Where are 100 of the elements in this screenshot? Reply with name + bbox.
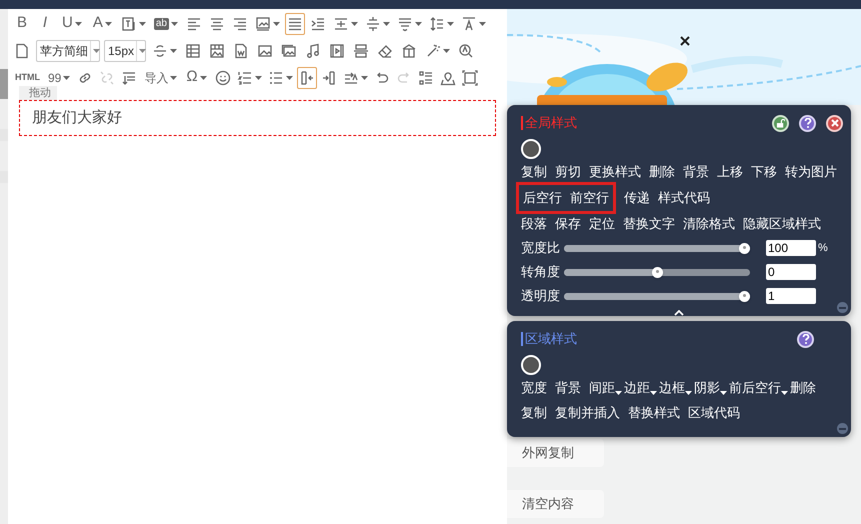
caret-icon [200, 76, 207, 80]
caret-icon [478, 22, 486, 26]
font-select[interactable]: 苹方简细 [36, 40, 100, 62]
caret-icon [414, 22, 422, 26]
action-link[interactable]: 背景 [683, 160, 709, 184]
caret-icon [272, 22, 280, 26]
action-link[interactable]: 定位 [589, 212, 615, 236]
side-button[interactable]: 清空内容 [507, 490, 604, 518]
slider-track[interactable] [564, 242, 750, 254]
close-icon[interactable] [680, 36, 690, 46]
action-link[interactable]: 隐藏区域样式 [743, 212, 821, 236]
caret-icon [720, 391, 727, 395]
action-link[interactable]: 剪切 [555, 160, 581, 184]
smiley-icon [214, 70, 231, 86]
align-center-icon [208, 16, 225, 32]
action-link[interactable]: 前空行 [570, 186, 609, 210]
action-link[interactable]: 复制并插入 [555, 401, 620, 425]
action-link[interactable]: 样式代码 [658, 186, 710, 210]
drag-handle[interactable]: 拖动 [19, 86, 57, 100]
action-link[interactable]: 替换样式 [628, 401, 680, 425]
slider-thumb[interactable] [652, 266, 662, 278]
action-link[interactable]: 复制 [521, 401, 547, 425]
bullet-list-icon [268, 70, 284, 86]
action-link[interactable]: 删除 [790, 376, 816, 400]
action-link[interactable]: 复制 [521, 160, 547, 184]
slider-track[interactable] [564, 290, 750, 302]
video-icon [329, 42, 346, 58]
slider-track[interactable] [564, 266, 750, 278]
format-button[interactable]: Ω [182, 66, 211, 88]
unlink-icon [99, 70, 116, 86]
slider-label: 透明度 [521, 287, 561, 306]
help-icon[interactable] [797, 330, 814, 348]
indent-right-icon [320, 70, 337, 86]
action-link[interactable]: 间距 [589, 376, 622, 400]
map-pin-icon [440, 70, 456, 86]
divider-icon [353, 42, 370, 58]
action-link[interactable]: 阴影 [694, 376, 727, 400]
highlight-button[interactable]: ab [150, 12, 181, 34]
paragraph-text: 朋友们大家好 [32, 108, 122, 128]
format-button[interactable]: U [58, 12, 86, 34]
action-link[interactable]: 前后空行 [729, 376, 788, 400]
action-link[interactable]: 保存 [555, 212, 581, 236]
action-link[interactable]: 更换样式 [589, 160, 641, 184]
action-link[interactable]: 转为图片 [785, 160, 837, 184]
caret-icon [286, 76, 293, 80]
value-field[interactable]: 1 [766, 288, 816, 304]
format-button[interactable]: HTML [12, 66, 43, 88]
magic-wand-icon [425, 42, 442, 58]
strikethrough-icon [152, 42, 168, 58]
panel-title: 区域样式 [521, 332, 577, 346]
caret-icon [446, 22, 454, 26]
document-icon [14, 42, 30, 58]
indent-left-button[interactable] [296, 66, 317, 88]
caret-icon [63, 76, 70, 80]
collapse-icon[interactable] [674, 310, 684, 316]
spacing-icon [364, 16, 381, 32]
value-field[interactable]: 0 [766, 264, 816, 280]
format-button[interactable]: I [35, 12, 55, 34]
caret-icon [350, 22, 358, 26]
image-icon [257, 42, 274, 58]
zoom-icon [458, 42, 474, 58]
table-icon [185, 42, 202, 58]
justify-icon [286, 16, 303, 32]
caret-icon [650, 391, 657, 395]
action-link[interactable]: 上移 [717, 160, 743, 184]
side-button[interactable]: 外网复制 [507, 439, 604, 467]
help-icon[interactable] [799, 114, 816, 132]
document-icon [233, 42, 250, 58]
value-field[interactable]: 100 [766, 240, 816, 256]
action-link[interactable]: 替换文字 [623, 212, 675, 236]
font-select[interactable]: 15px [104, 40, 146, 62]
spacing-icon [332, 16, 349, 32]
action-link[interactable]: 清除格式 [683, 212, 735, 236]
text-block[interactable]: 朋友们大家好 [19, 100, 496, 136]
action-link[interactable]: 宽度 [521, 376, 547, 400]
caret-icon [360, 76, 368, 80]
justify-button[interactable] [284, 12, 305, 34]
caret-icon [92, 48, 100, 52]
action-link[interactable]: 后空行 [523, 186, 562, 210]
text-spacing-icon [460, 16, 477, 32]
action-link[interactable]: 段落 [521, 212, 547, 236]
action-link[interactable]: 边框 [659, 376, 692, 400]
action-link[interactable]: 删除 [649, 160, 675, 184]
slider-thumb[interactable] [739, 242, 750, 254]
format-button[interactable]: 导入 [141, 66, 180, 88]
format-button[interactable]: A [88, 12, 116, 34]
format-button[interactable]: B [12, 12, 32, 34]
fullscreen-icon [462, 70, 478, 86]
format-button[interactable]: 99 [45, 66, 74, 88]
music-note-icon [305, 42, 322, 58]
action-link[interactable]: 传递 [624, 186, 650, 210]
image-icon [254, 16, 271, 32]
images-icon [281, 42, 298, 58]
caret-icon [170, 48, 178, 52]
unlock-icon[interactable] [772, 114, 789, 132]
action-link[interactable]: 下移 [751, 160, 777, 184]
action-link[interactable]: 区域代码 [688, 401, 740, 425]
slider-thumb[interactable] [739, 290, 750, 302]
action-link[interactable]: 边距 [624, 376, 657, 400]
action-link[interactable]: 背景 [555, 376, 581, 400]
